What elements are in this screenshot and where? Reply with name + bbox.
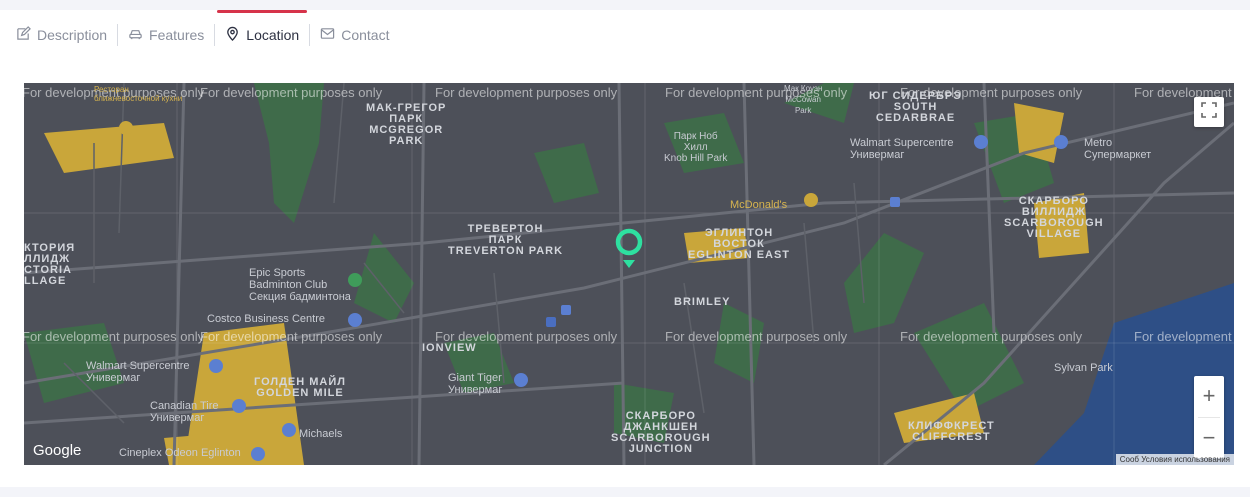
tab-features[interactable]: Features (118, 14, 214, 56)
poi-costco[interactable]: Costco Business Centre (207, 313, 325, 325)
map-terms-link[interactable]: Сооб Условия использования (1115, 454, 1234, 465)
top-strip (0, 0, 1250, 10)
tab-label: Description (37, 27, 108, 43)
dev-watermark: For development purposes only (435, 85, 618, 100)
dev-watermark: For development purposes only (665, 329, 848, 344)
area-label-scarborough-junction: СКАРБОРО ДЖАНКШЕН SCARBOROUGH JUNCTION (611, 410, 711, 455)
tab-location[interactable]: Location (215, 10, 309, 56)
tab-label: Location (246, 27, 300, 43)
fullscreen-button[interactable] (1194, 97, 1224, 127)
area-label-golden-mile: ГОЛДЕН МАЙЛ GOLDEN MILE (254, 376, 346, 399)
car-icon (128, 26, 143, 44)
shopping-marker-icon[interactable] (282, 423, 296, 437)
dev-watermark: For development purposes only (200, 85, 383, 100)
poi-michaels[interactable]: Michaels (299, 428, 342, 440)
area-label-ionview: IONVIEW (422, 342, 477, 354)
poi-walmart-left[interactable]: Walmart Supercentre Универмаг (86, 360, 190, 384)
shopping-marker-icon[interactable] (209, 359, 223, 373)
restaurant-marker-icon[interactable] (119, 121, 133, 135)
shopping-marker-icon[interactable] (232, 399, 246, 413)
poi-giant-tiger[interactable]: Giant Tiger Универмаг (448, 372, 502, 396)
envelope-icon (320, 26, 335, 44)
area-label-brimley: BRIMLEY (674, 296, 731, 308)
area-label-cliffcrest: КЛИФФКРЕСТ CLIFFCREST (908, 420, 995, 443)
zoom-control: + − (1194, 376, 1224, 458)
google-logo[interactable]: Google (33, 442, 81, 459)
poi-epic-sports[interactable]: Epic Sports Badminton Club Секция бадмин… (249, 267, 351, 303)
shopping-marker-icon[interactable] (974, 135, 988, 149)
shopping-marker-icon[interactable] (1054, 135, 1068, 149)
area-label-scarborough-village: СКАРБОРО ВИЛЛИДЖ SCARBOROUGH VILLAGE (1004, 195, 1104, 240)
dev-watermark: For development purposes only (200, 329, 383, 344)
fullscreen-icon (1201, 101, 1217, 123)
shopping-marker-icon[interactable] (348, 313, 362, 327)
park-label-sylvan: Sylvan Park (1054, 362, 1113, 374)
poi-metro[interactable]: Metro Супермаркет (1084, 137, 1151, 161)
movie-marker-icon[interactable] (251, 447, 265, 461)
zoom-out-button[interactable]: − (1194, 418, 1224, 459)
map-view[interactable]: For development purposes only For develo… (24, 83, 1234, 465)
shopping-marker-icon[interactable] (514, 373, 528, 387)
tab-bar: Description Features Location Contact (16, 10, 399, 56)
park-label-knob-hill: Парк Ноб Хилл Knob Hill Park (664, 131, 728, 164)
poi-cineplex[interactable]: Cineplex Odeon Eglinton (119, 447, 241, 459)
tab-description[interactable]: Description (16, 14, 117, 56)
edit-icon (16, 26, 31, 44)
restaurant-marker-icon[interactable] (804, 193, 818, 207)
dev-watermark: For development purposes only (1134, 329, 1234, 344)
area-label-treverton: ТРЕВЕРТОН ПАРК TREVERTON PARK (448, 223, 564, 257)
area-label-mcgregor: МАК-ГРЕГОР ПАРК MCGREGOR PARK (366, 102, 447, 147)
poi-canadian-tire[interactable]: Canadian Tire Универмаг (150, 400, 219, 424)
area-label-eglinton-east: ЭГЛИНТОН ВОСТОК EGLINTON EAST (688, 227, 791, 261)
poi-mcdonalds[interactable]: McDonald's (730, 199, 787, 211)
tab-label: Contact (341, 27, 390, 43)
area-label-victoria-village: КТОРИЯ ЛЛИДЖ CTORIA LLAGE (24, 242, 76, 287)
park-label-mccowan: Мак Коуэн McCowan Park (784, 84, 823, 115)
zoom-in-button[interactable]: + (1194, 376, 1224, 417)
tab-label: Features (149, 27, 205, 43)
property-location-pin-icon[interactable] (613, 228, 645, 275)
tab-contact[interactable]: Contact (310, 14, 399, 56)
poi-restaurant[interactable]: Ресторан ближневосточной кухни (94, 85, 182, 103)
dev-watermark: For development purposes only (900, 329, 1083, 344)
map-pin-icon (225, 26, 240, 44)
bottom-strip (0, 487, 1250, 497)
poi-walmart-right[interactable]: Walmart Supercentre Универмаг (850, 137, 954, 161)
dev-watermark: For development purposes only (24, 329, 205, 344)
area-label-south-cedarbrae: ЮГ СИДЕРБРЭ SOUTH CEDARBRAE (869, 90, 963, 124)
sports-marker-icon[interactable] (348, 273, 362, 287)
